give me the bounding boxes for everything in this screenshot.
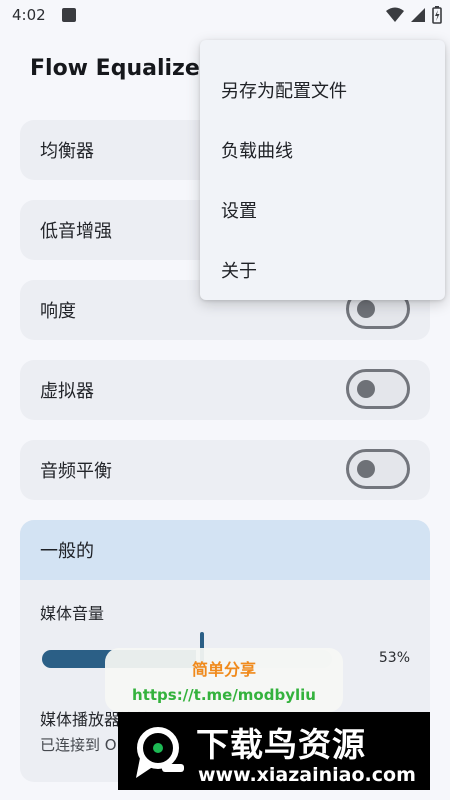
card-virtualizer[interactable]: 虚拟器 (20, 360, 430, 420)
signal-icon (411, 8, 425, 22)
overflow-menu: 另存为配置文件 负载曲线 设置 关于 (200, 40, 445, 300)
toggle-thumb (357, 300, 375, 318)
audio-balance-toggle[interactable] (346, 449, 410, 489)
wifi-icon (386, 7, 404, 22)
status-time: 4:02 (12, 6, 46, 24)
battery-icon (432, 6, 442, 24)
menu-item-load-curve[interactable]: 负载曲线 (200, 120, 445, 180)
card-label: 低音增强 (40, 221, 112, 242)
page-title: Flow Equalizer (30, 56, 211, 81)
notification-icon (61, 8, 76, 22)
menu-item-about[interactable]: 关于 (200, 240, 445, 300)
menu-item-save-as-profile[interactable]: 另存为配置文件 (200, 60, 445, 120)
watermark-banner: 下载鸟资源 www.xiazainiao.com (118, 712, 430, 790)
card-label: 均衡器 (40, 141, 94, 162)
menu-item-settings[interactable]: 设置 (200, 180, 445, 240)
toggle-thumb (357, 380, 375, 398)
card-label: 音频平衡 (40, 461, 112, 482)
card-label: 响度 (40, 301, 76, 322)
share-link: https://t.me/modbyliu (132, 686, 316, 704)
status-bar: 4:02 (0, 0, 450, 30)
banner-url: www.xiazainiao.com (198, 764, 416, 786)
status-icons (386, 6, 442, 24)
banner-title: 下载鸟资源 (196, 725, 366, 764)
card-label: 虚拟器 (40, 381, 94, 402)
bird-logo-icon (136, 727, 184, 778)
general-header[interactable]: 一般的 (20, 520, 430, 580)
virtualizer-toggle[interactable] (346, 369, 410, 409)
share-title: 简单分享 (191, 660, 256, 679)
card-audio-balance[interactable]: 音频平衡 (20, 440, 430, 500)
share-watermark: 简单分享 https://t.me/modbyliu (105, 648, 343, 712)
toggle-thumb (357, 460, 375, 478)
media-volume-label: 媒体音量 (40, 604, 105, 623)
media-volume-percent: 53% (378, 650, 410, 666)
media-player-connection-subtitle: 已连接到 O (40, 736, 117, 754)
